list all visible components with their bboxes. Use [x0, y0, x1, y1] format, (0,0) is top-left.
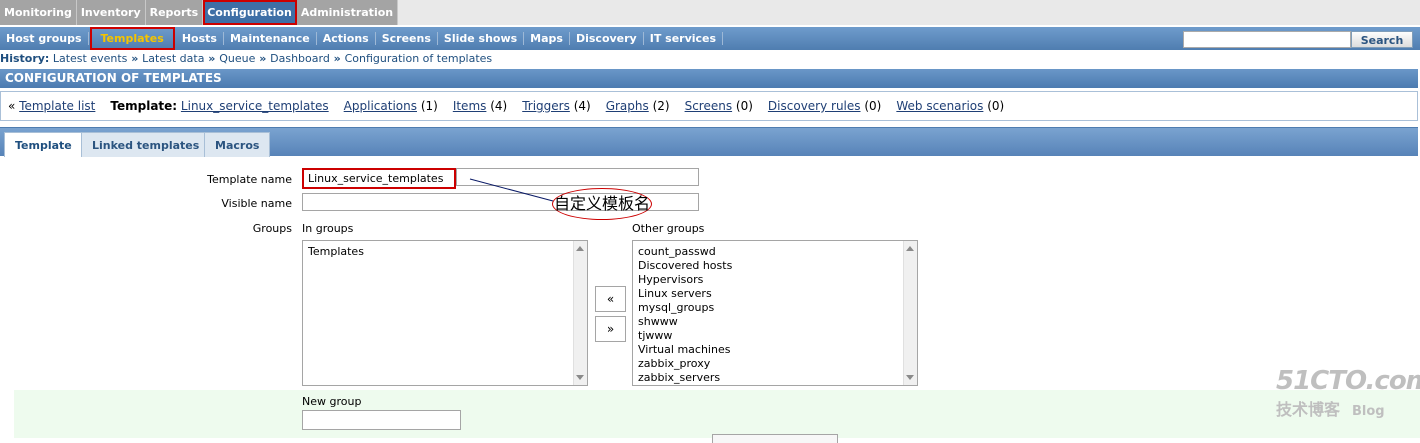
new-group-field[interactable] — [302, 410, 461, 430]
move-left-button[interactable]: « — [595, 286, 626, 312]
watermark-logo-text: 51CTO.com — [1276, 366, 1420, 396]
move-right-button[interactable]: » — [595, 316, 626, 342]
scroll-up-icon[interactable] — [906, 246, 914, 251]
scroll-up-icon[interactable] — [576, 246, 584, 251]
watermark-blog: Blog — [1352, 404, 1385, 419]
list-item[interactable]: Linux servers — [633, 287, 917, 301]
other-groups-label: Other groups — [632, 222, 705, 235]
list-item[interactable]: Virtual machines — [633, 343, 917, 357]
bottom-button-edge[interactable] — [712, 434, 838, 443]
watermark-tagline: 技术博客 — [1276, 400, 1341, 419]
in-groups-list[interactable]: Templates — [302, 240, 588, 386]
in-groups-label: In groups — [302, 222, 354, 235]
watermark-logo: 51CTO.com 技术博客 Blog — [1276, 366, 1420, 420]
in-groups-scrollbar[interactable] — [573, 241, 587, 385]
groups-label: Groups — [252, 222, 292, 235]
annotation-callout: 自定义模板名 — [552, 188, 652, 220]
list-item[interactable]: zabbix_proxy — [633, 357, 917, 371]
list-item[interactable]: Hypervisors — [633, 273, 917, 287]
scroll-down-icon[interactable] — [906, 375, 914, 380]
new-group-row — [14, 390, 1420, 438]
other-groups-scrollbar[interactable] — [903, 241, 917, 385]
list-item[interactable]: Templates — [303, 245, 587, 259]
list-item[interactable]: zabbix_servers — [633, 371, 917, 385]
other-groups-list[interactable]: count_passwd Discovered hosts Hypervisors L… — [632, 240, 918, 386]
list-item[interactable]: count_passwd — [633, 245, 917, 259]
list-item[interactable]: mysql_groups — [633, 301, 917, 315]
list-item[interactable]: tjwww — [633, 329, 917, 343]
list-item[interactable]: shwww — [633, 315, 917, 329]
scroll-down-icon[interactable] — [576, 375, 584, 380]
new-group-label: New group — [302, 395, 362, 408]
list-item[interactable]: Discovered hosts — [633, 259, 917, 273]
